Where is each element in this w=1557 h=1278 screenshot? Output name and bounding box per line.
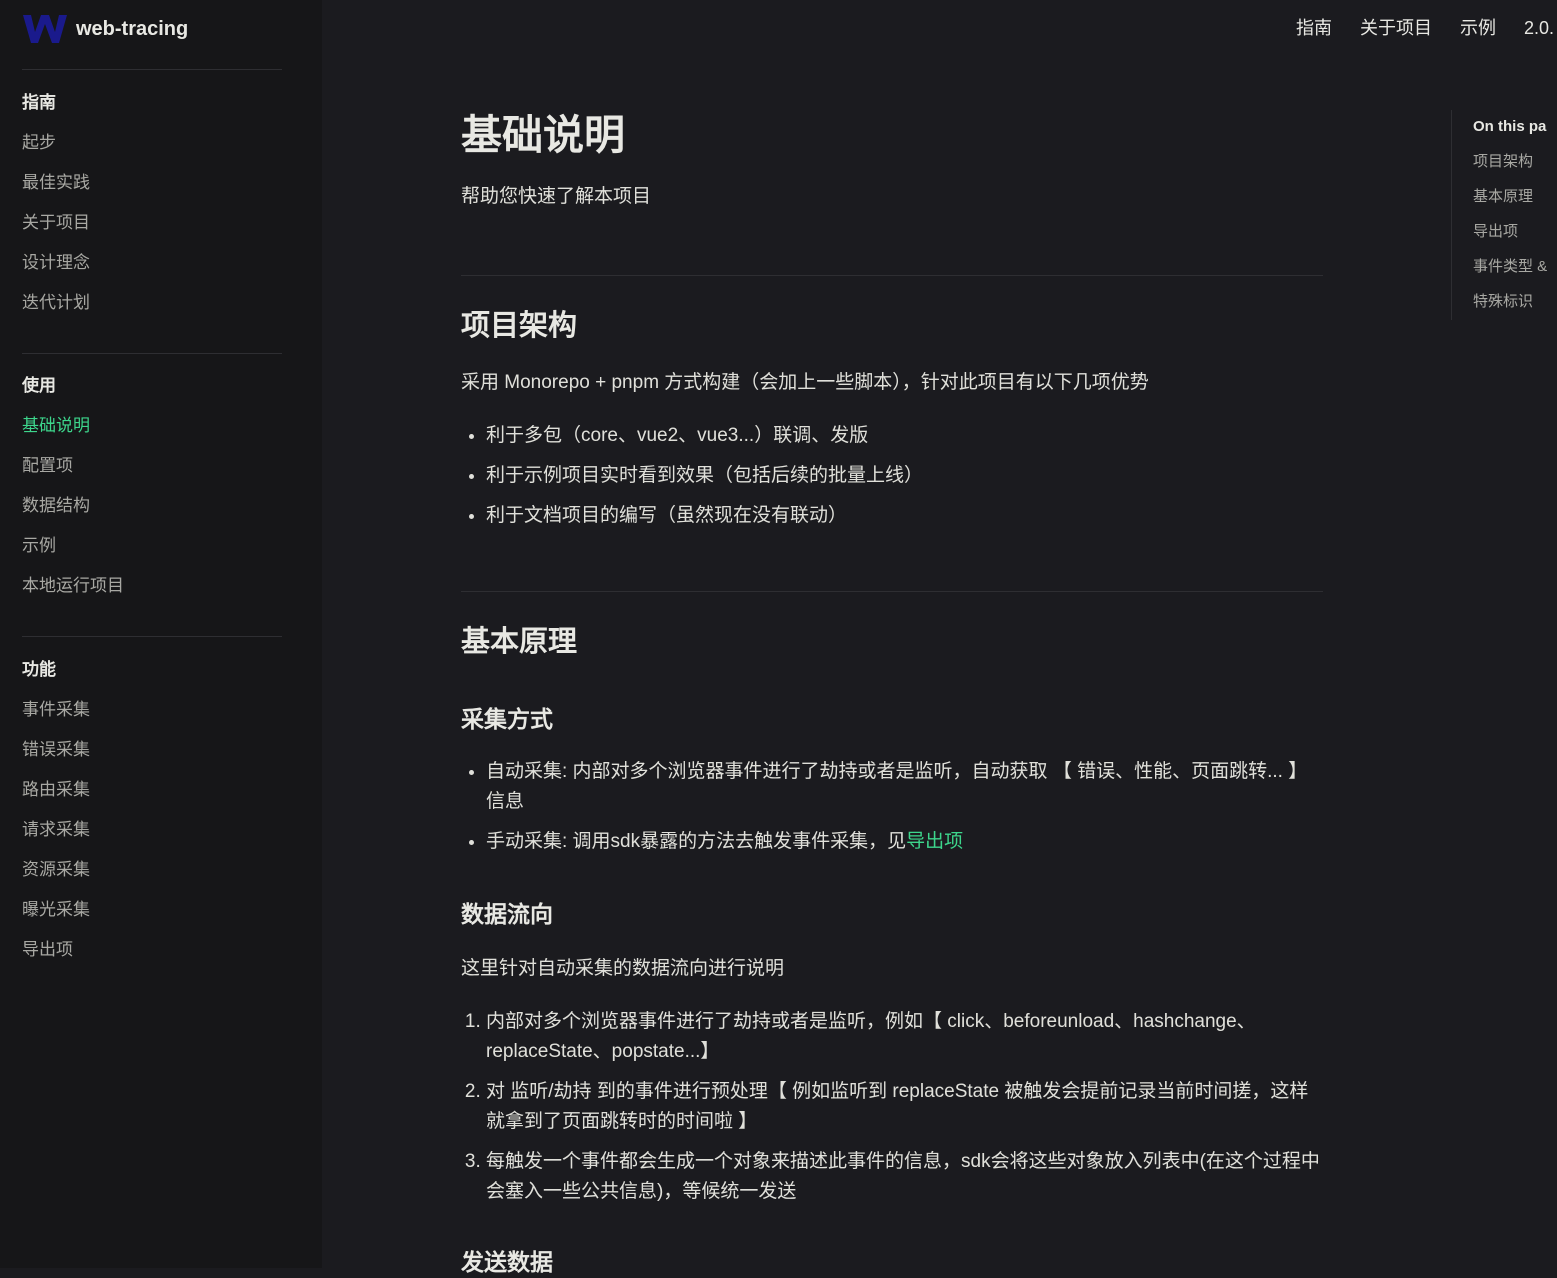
page-title: 基础说明 [461, 112, 625, 158]
arch-intro: 采用 Monorepo + pnpm 方式构建（会加上一些脚本），针对此项目有以… [461, 372, 1149, 393]
list-item: 自动采集: 内部对多个浏览器事件进行了劫持或者是监听，自动获取 【 错误、性能、… [486, 757, 1323, 817]
page-lead: 帮助您快速了解本项目 [461, 186, 652, 207]
sidebar-item-resource-collect[interactable]: 资源采集 [22, 858, 302, 882]
sidebar-group-usage: 使用 基础说明 配置项 数据结构 示例 本地运行项目 [22, 374, 302, 614]
nav-link-about[interactable]: 关于项目 [1360, 16, 1432, 40]
sidebar-group-title: 使用 [22, 376, 56, 395]
sidebar-item-request-collect[interactable]: 请求采集 [22, 818, 302, 842]
sidebar-item-basics[interactable]: 基础说明 [22, 414, 302, 438]
list-item: 利于多包（core、vue2、vue3...）联调、发版 [486, 421, 1323, 451]
sidebar-group-guide: 指南 起步 最佳实践 关于项目 设计理念 迭代计划 [22, 91, 302, 331]
brand-name: web-tracing [76, 17, 189, 40]
heading-collection-methods: 采集方式 [461, 706, 553, 732]
sidebar-item-options[interactable]: 配置项 [22, 454, 302, 478]
toc-title: On this pa [1473, 118, 1547, 135]
section-divider [461, 275, 1323, 276]
w-logo-icon [23, 15, 67, 43]
section-divider [461, 591, 1323, 592]
toc-item-principle[interactable]: 基本原理 [1473, 187, 1557, 207]
list-item: 内部对多个浏览器事件进行了劫持或者是监听，例如【 click、beforeunl… [486, 1007, 1323, 1067]
list-item: 每触发一个事件都会生成一个对象来描述此事件的信息，sdk会将这些对象放入列表中(… [486, 1147, 1323, 1207]
sidebar-group-title: 功能 [22, 660, 56, 679]
heading-project-architecture: 项目架构 [461, 310, 578, 342]
nav-version-menu[interactable]: 2.0. [1524, 16, 1554, 40]
brand-logo[interactable]: web-tracing [22, 12, 188, 46]
top-nav: 指南 关于项目 示例 2.0. [1296, 16, 1557, 40]
sidebar-group-title: 指南 [22, 93, 56, 112]
list-item: 利于示例项目实时看到效果（包括后续的批量上线） [486, 461, 1323, 491]
sidebar-item-run-locally[interactable]: 本地运行项目 [22, 574, 302, 598]
sidebar-item-exposure-collect[interactable]: 曝光采集 [22, 898, 302, 922]
data-flow-steps: 内部对多个浏览器事件进行了劫持或者是监听，例如【 click、beforeunl… [461, 1007, 1323, 1217]
heading-basic-principle: 基本原理 [461, 626, 578, 658]
toc-item-event-types[interactable]: 事件类型 & [1473, 257, 1557, 277]
exports-link[interactable]: 导出项 [906, 831, 963, 852]
sidebar-item-getting-started[interactable]: 起步 [22, 131, 302, 155]
sidebar-item-event-collect[interactable]: 事件采集 [22, 698, 302, 722]
sidebar-item-examples[interactable]: 示例 [22, 534, 302, 558]
list-item: 利于文档项目的编写（虽然现在没有联动） [486, 501, 1323, 531]
sidebar-divider [22, 69, 282, 70]
list-item: 对 监听/劫持 到的事件进行预处理【 例如监听到 replaceState 被触… [486, 1077, 1323, 1137]
sidebar-item-data-structure[interactable]: 数据结构 [22, 494, 302, 518]
list-item: 手动采集: 调用sdk暴露的方法去触发事件采集，见导出项 [486, 827, 1323, 857]
toc-item-architecture[interactable]: 项目架构 [1473, 152, 1557, 172]
sidebar-item-about[interactable]: 关于项目 [22, 211, 302, 235]
sidebar: web-tracing 指南 起步 最佳实践 关于项目 设计理念 迭代计划 使用… [0, 0, 322, 1268]
on-this-page: On this pa 项目架构 基本原理 导出项 事件类型 & 特殊标识 [1451, 110, 1557, 320]
heading-send-data: 发送数据 [461, 1249, 553, 1275]
sidebar-item-error-collect[interactable]: 错误采集 [22, 738, 302, 762]
toc-item-special-flags[interactable]: 特殊标识 [1473, 292, 1557, 312]
sidebar-item-design[interactable]: 设计理念 [22, 251, 302, 275]
nav-link-examples[interactable]: 示例 [1460, 16, 1496, 40]
collection-methods-list: 自动采集: 内部对多个浏览器事件进行了劫持或者是监听，自动获取 【 错误、性能、… [461, 757, 1323, 867]
sidebar-divider [22, 353, 282, 354]
manual-collect-text: 手动采集: 调用sdk暴露的方法去触发事件采集，见 [486, 831, 907, 852]
nav-link-guide[interactable]: 指南 [1296, 16, 1332, 40]
sidebar-group-features: 功能 事件采集 错误采集 路由采集 请求采集 资源采集 曝光采集 导出项 [22, 658, 302, 978]
sidebar-item-roadmap[interactable]: 迭代计划 [22, 291, 302, 315]
data-flow-intro: 这里针对自动采集的数据流向进行说明 [461, 958, 785, 979]
arch-advantages-list: 利于多包（core、vue2、vue3...）联调、发版 利于示例项目实时看到效… [461, 421, 1323, 541]
heading-data-flow: 数据流向 [461, 901, 553, 927]
toc-item-exports[interactable]: 导出项 [1473, 222, 1557, 242]
sidebar-item-best-practices[interactable]: 最佳实践 [22, 171, 302, 195]
sidebar-divider [22, 636, 282, 637]
sidebar-item-exports[interactable]: 导出项 [22, 938, 302, 962]
sidebar-item-route-collect[interactable]: 路由采集 [22, 778, 302, 802]
